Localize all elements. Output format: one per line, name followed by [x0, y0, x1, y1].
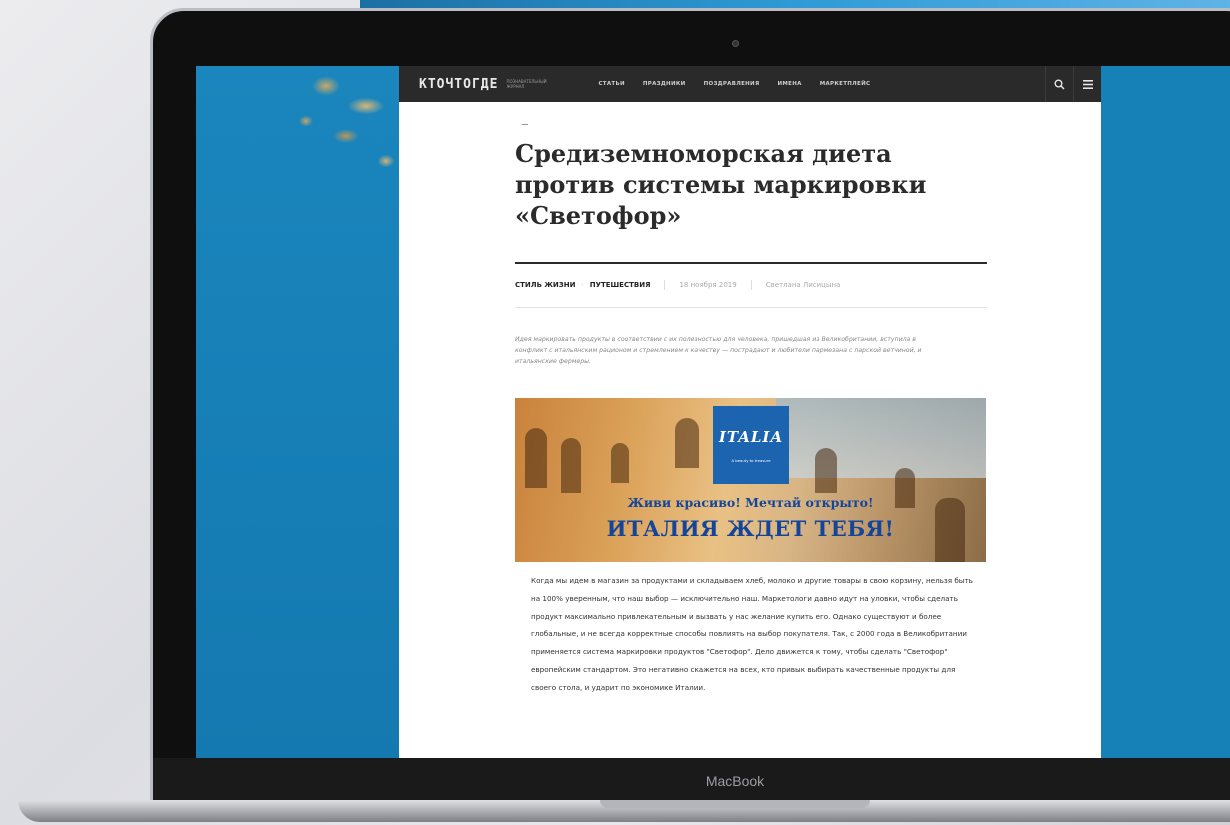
separator-dot: ·	[581, 281, 584, 289]
main-nav: СТАТЬИ ПРАЗДНИКИ ПОЗДРАВЛЕНИЯ ИМЕНА МАРК…	[598, 81, 888, 87]
banner-arch	[561, 438, 581, 493]
menu-icon[interactable]	[1073, 66, 1101, 102]
category-link-lifestyle[interactable]: СТИЛЬ ЖИЗНИ	[515, 281, 575, 289]
article-date: 18 ноября 2019	[679, 281, 737, 289]
nav-item-articles[interactable]: СТАТЬИ	[598, 81, 624, 87]
italia-banner[interactable]: ITALIA A beauty to treasure Живи красиво…	[515, 398, 986, 562]
device-label: MacBook	[705, 773, 765, 789]
banner-arch	[815, 448, 837, 493]
banner-arch	[525, 428, 547, 488]
separator	[750, 280, 752, 290]
nav-item-greetings[interactable]: ПОЗДРАВЛЕНИЯ	[704, 81, 760, 87]
divider	[522, 124, 528, 125]
article-lead: Идея маркировать продукты в соответствии…	[515, 336, 922, 365]
page-background-left	[196, 66, 406, 758]
italia-logo-box: ITALIA A beauty to treasure	[713, 406, 789, 484]
site-header: КТОЧТОГДЕ ПОЗНАВАТЕЛЬНЫЙ ЖУРНАЛ СТАТЬИ П…	[399, 66, 1101, 102]
italia-logo: ITALIA	[718, 427, 784, 446]
header-icons	[1045, 66, 1101, 102]
italia-tagline: A beauty to treasure	[731, 457, 771, 463]
site-logo-subtitle: ПОЗНАВАТЕЛЬНЫЙ ЖУРНАЛ	[506, 79, 547, 89]
article-author[interactable]: Светлана Лисицына	[766, 281, 841, 289]
article-page: Средиземноморская диета против системы м…	[399, 102, 1101, 758]
page-background-right	[1101, 66, 1230, 758]
title-divider	[515, 262, 987, 264]
camera	[732, 40, 739, 47]
laptop-notch	[600, 800, 870, 808]
decorative-gold-leaf	[286, 66, 406, 186]
banner-arch	[611, 443, 629, 483]
meta-divider	[515, 307, 987, 308]
banner-arch	[675, 418, 699, 468]
site-logo[interactable]: КТОЧТОГДЕ	[419, 77, 498, 92]
article-body: Когда мы идем в магазин за продуктами и …	[531, 576, 973, 692]
screen: КТОЧТОГДЕ ПОЗНАВАТЕЛЬНЫЙ ЖУРНАЛ СТАТЬИ П…	[196, 66, 1230, 758]
article-title: Средиземноморская диета против системы м…	[515, 139, 927, 230]
nav-item-names[interactable]: ИМЕНА	[778, 81, 802, 87]
banner-headline: ИТАЛИЯ ЖДЕТ ТЕБЯ!	[606, 516, 895, 541]
article-meta: СТИЛЬ ЖИЗНИ · ПУТЕШЕСТВИЯ 18 ноября 2019…	[515, 280, 840, 290]
banner-slogan: Живи красиво! Мечтай открыто!	[627, 495, 874, 510]
separator	[664, 280, 666, 290]
search-icon[interactable]	[1045, 66, 1073, 102]
nav-item-holidays[interactable]: ПРАЗДНИКИ	[643, 81, 686, 87]
category-link-travel[interactable]: ПУТЕШЕСТВИЯ	[590, 281, 651, 289]
nav-item-marketplace[interactable]: МАРКЕТПЛЕЙС	[820, 81, 871, 87]
banner-sky	[776, 398, 986, 478]
